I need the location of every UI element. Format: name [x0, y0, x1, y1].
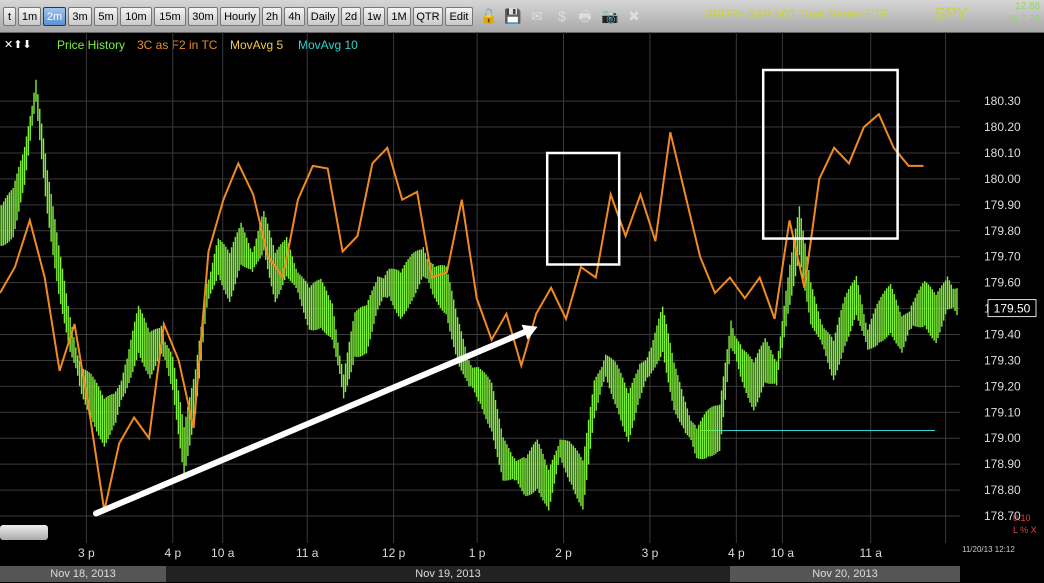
price-chart[interactable]: 180.30 180.20 180.10 180.00 179.90 179.80 179.…	[0, 32, 1044, 563]
y-tick-label: 180.20	[984, 120, 1021, 134]
y-tick-label: 180.00	[984, 172, 1021, 186]
symbol-label: SPY	[934, 4, 969, 23]
timeframe-button-1m[interactable]: 1m	[18, 7, 41, 26]
timeframe-button-edit[interactable]: Edit	[445, 7, 473, 26]
date-segment-nov-20: Nov 20, 2013	[730, 566, 960, 582]
timeframe-button-1w[interactable]: 1w	[363, 7, 385, 26]
timeframe-button-hourly[interactable]: Hourly	[220, 7, 260, 26]
timeframe-button-30m[interactable]: 30m	[188, 7, 218, 26]
timeframe-button-2h[interactable]: 2h	[262, 7, 282, 26]
date-segment-nov-19: Nov 19, 2013	[166, 566, 730, 582]
lower-right-value: 0.10	[1013, 513, 1031, 523]
y-tick-label: 179.90	[984, 198, 1021, 212]
y-tick-label: 179.20	[984, 379, 1021, 393]
timestamp: 11/20/13 12:12	[962, 545, 1015, 554]
date-axis-bar: Nov 18, 2013 Nov 19, 2013 Nov 20, 2013	[0, 563, 1044, 583]
y-tick-label: 179.80	[984, 224, 1021, 238]
x-tick-label: 3 p	[642, 546, 659, 560]
x-tick-label: 11 a	[859, 546, 882, 560]
timeframe-button-15m[interactable]: 15m	[154, 7, 186, 26]
x-tick-label: 11 a	[296, 546, 319, 560]
y-tick-label: 178.90	[984, 457, 1021, 471]
x-tick-label: 4 p	[164, 546, 181, 560]
lock-icon[interactable]: 🔓	[480, 7, 498, 25]
last-price-label: 179.50	[994, 302, 1031, 316]
x-tick-label: 10 a	[771, 546, 795, 560]
pct-change-value: % 7.73	[1008, 14, 1040, 25]
y-tick-label: 178.80	[984, 483, 1021, 497]
timeframe-button-5m[interactable]: 5m	[94, 7, 118, 26]
y-tick-label: 180.10	[984, 146, 1021, 160]
timeframe-button-4h[interactable]: 4h	[284, 7, 305, 26]
x-tick-label: 1 p	[469, 546, 486, 560]
annotation-arrow-shaft	[93, 328, 529, 517]
dollar-icon[interactable]: $	[553, 7, 571, 25]
timeframe-button-2m[interactable]: 2m	[43, 7, 66, 26]
save-icon[interactable]: 💾	[504, 7, 522, 25]
chart-title: SPDRs S&P 500 Trust Series ETF	[705, 7, 889, 21]
y-tick-label: 179.40	[984, 328, 1021, 342]
timeframe-button-daily[interactable]: Daily	[307, 7, 339, 26]
timeframe-button-qtr[interactable]: QTR	[413, 7, 443, 26]
y-tick-label: 179.70	[984, 250, 1021, 264]
close-icon[interactable]: ✖	[625, 7, 643, 25]
y-tick-label: 180.30	[984, 94, 1021, 108]
x-tick-label: 2 p	[555, 546, 572, 560]
y-tick-label: 179.10	[984, 405, 1021, 419]
timeframe-button-1m[interactable]: 1M	[387, 7, 411, 26]
camera-icon[interactable]: 📷	[601, 7, 619, 25]
date-segment-nov-18: Nov 18, 2013	[0, 566, 166, 582]
x-tick-label: 12 p	[382, 546, 406, 560]
timeframe-button-t[interactable]: t	[3, 7, 16, 26]
timeframe-button-2d[interactable]: 2d	[341, 7, 361, 26]
scroll-handle[interactable]	[0, 525, 48, 540]
print-icon[interactable]: 🖶	[576, 7, 594, 25]
x-tick-label: 4 p	[728, 546, 745, 560]
x-tick-label: 3 p	[78, 546, 95, 560]
y-tick-label: 179.00	[984, 431, 1021, 445]
change-value: 12.88	[1014, 1, 1040, 12]
timeframe-button-3m[interactable]: 3m	[68, 7, 92, 26]
y-tick-label: 179.30	[984, 353, 1021, 367]
x-tick-label: 10 a	[211, 546, 235, 560]
email-icon[interactable]: ✉	[528, 7, 546, 25]
timeframe-button-10m[interactable]: 10m	[120, 7, 152, 26]
y-tick-label: 179.60	[984, 276, 1021, 290]
lower-right-flags[interactable]: L % X	[1013, 525, 1037, 535]
